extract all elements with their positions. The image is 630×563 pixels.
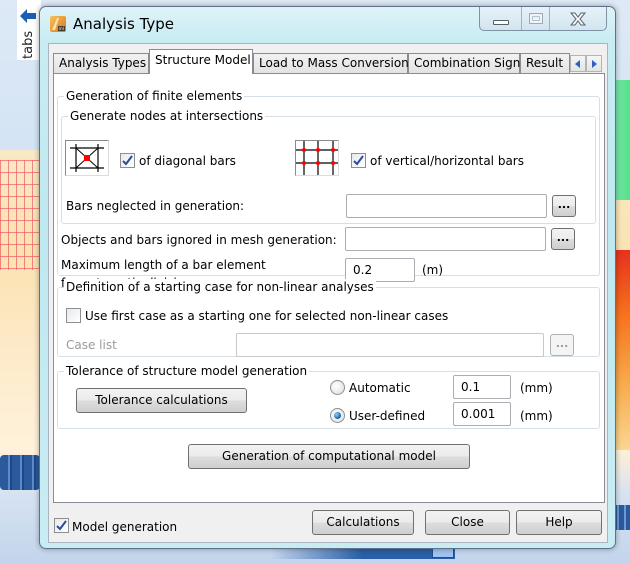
svg-text:rnl: rnl	[59, 26, 64, 31]
tab-combination-sign[interactable]: Combination Sign	[408, 53, 520, 73]
diagonal-bars-label[interactable]: of diagonal bars	[139, 154, 236, 169]
starting-case-group: Definition of a starting case for non-li…	[57, 279, 600, 357]
tab-result[interactable]: Result	[520, 53, 570, 73]
close-button[interactable]: Close	[425, 510, 510, 535]
use-first-case-label[interactable]: Use first case as a starting one for sel…	[85, 309, 448, 324]
scroll-right-icon	[592, 59, 597, 68]
vertical-horizontal-bars-label[interactable]: of vertical/horizontal bars	[370, 154, 524, 169]
nodes-intersections-group: Generate nodes at intersections of diago…	[61, 108, 596, 224]
tolerance-calculations-button[interactable]: Tolerance calculations	[76, 388, 247, 413]
minimize-icon	[492, 20, 509, 25]
finite-elements-title: Generation of finite elements	[64, 88, 245, 104]
objects-ignored-label: Objects and bars ignored in mesh generat…	[61, 233, 337, 247]
bars-neglected-label: Bars neglected in generation:	[66, 199, 245, 213]
robot-app-icon: rnl	[50, 16, 66, 32]
grid-bars-icon	[295, 140, 339, 176]
generation-computational-model-button[interactable]: Generation of computational model	[188, 444, 470, 469]
window-title: Analysis Type	[73, 15, 175, 33]
use-first-case-checkbox[interactable]	[66, 308, 81, 323]
bars-neglected-browse-button[interactable]: ...	[552, 195, 576, 217]
tab-structure-model[interactable]: Structure Model	[149, 49, 253, 74]
tab-load-to-mass-conversion[interactable]: Load to Mass Conversion	[253, 53, 409, 73]
automatic-tolerance-input[interactable]	[453, 375, 511, 399]
nodes-intersections-title: Generate nodes at intersections	[68, 108, 266, 124]
tab-bar: Analysis Types Structure Model Load to M…	[53, 48, 605, 74]
automatic-unit: (mm)	[520, 381, 553, 395]
max-length-unit: (m)	[422, 263, 444, 277]
dialog-client-area: Analysis Types Structure Model Load to M…	[48, 43, 608, 543]
max-length-label-line1: Maximum length of a bar element	[61, 258, 266, 272]
case-list-label: Case list	[66, 338, 117, 352]
starting-case-title: Definition of a starting case for non-li…	[64, 279, 376, 295]
checkmark-icon	[56, 520, 67, 531]
tab-scroll-left-button[interactable]	[570, 55, 586, 72]
checkmark-icon	[122, 155, 133, 166]
side-tabs-label[interactable]: tabs	[18, 28, 40, 62]
automatic-label[interactable]: Automatic	[349, 381, 411, 396]
model-grid	[0, 160, 40, 270]
user-defined-label[interactable]: User-defined	[349, 409, 425, 424]
tolerance-title: Tolerance of structure model generation	[64, 363, 310, 379]
caption-buttons	[479, 7, 607, 31]
scroll-left-icon	[575, 59, 580, 68]
model-generation-label[interactable]: Model generation	[72, 520, 177, 535]
tab-analysis-types[interactable]: Analysis Types	[53, 53, 149, 73]
analysis-type-dialog: rnl Analysis Type Analysis Types Structu…	[39, 6, 616, 549]
close-window-button[interactable]	[550, 7, 606, 30]
tolerance-group: Tolerance of structure model generation …	[57, 363, 600, 429]
objects-ignored-browse-button[interactable]: ...	[551, 228, 575, 250]
finite-elements-group: Generation of finite elements Generate n…	[57, 88, 600, 290]
close-icon	[569, 12, 587, 25]
arrow-left-icon[interactable]	[19, 8, 37, 24]
objects-ignored-input[interactable]	[345, 227, 546, 251]
maximize-button[interactable]	[522, 7, 550, 30]
maximize-icon	[528, 13, 543, 24]
help-button[interactable]: Help	[516, 510, 602, 535]
structure-model-panel: Generation of finite elements Generate n…	[53, 73, 605, 503]
diagonal-bars-icon	[65, 140, 109, 176]
automatic-radio[interactable]	[330, 380, 345, 395]
tab-scroll-right-button[interactable]	[586, 55, 602, 72]
bars-neglected-input[interactable]	[346, 194, 547, 218]
calculations-button[interactable]: Calculations	[312, 510, 414, 535]
user-defined-tolerance-input[interactable]	[453, 402, 511, 426]
diagonal-bars-checkbox[interactable]	[120, 153, 135, 168]
case-list-input[interactable]	[236, 333, 544, 357]
model-generation-checkbox[interactable]	[54, 518, 69, 533]
user-defined-unit: (mm)	[520, 409, 553, 423]
vertical-horizontal-bars-checkbox[interactable]	[351, 153, 366, 168]
minimize-button[interactable]	[480, 7, 522, 30]
user-defined-radio[interactable]	[330, 408, 345, 423]
case-list-browse-button[interactable]: ...	[550, 334, 574, 356]
checkmark-icon	[353, 155, 364, 166]
